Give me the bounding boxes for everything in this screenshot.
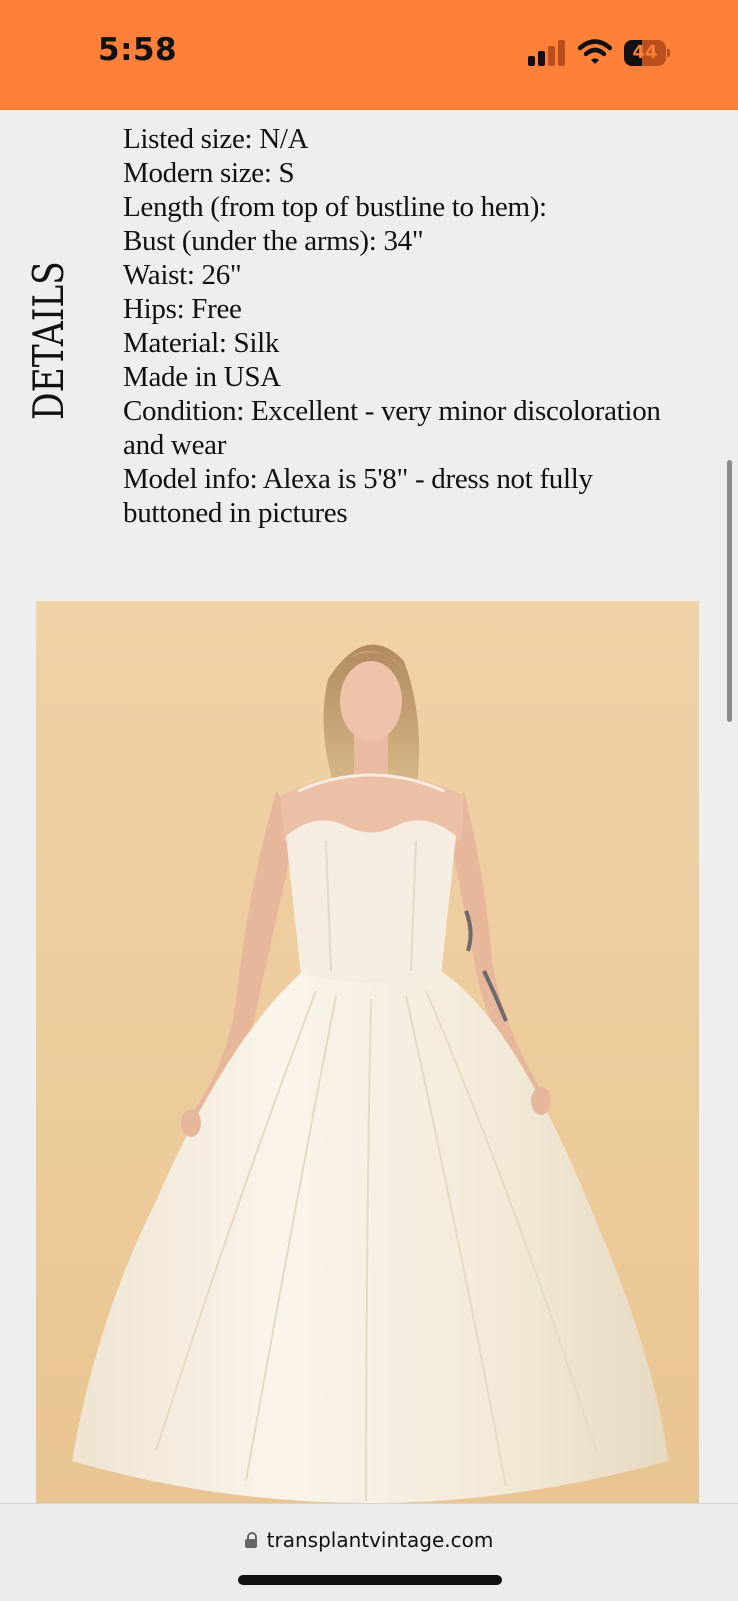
detail-line: Bust (under the arms): 34" <box>123 225 424 257</box>
detail-line: Waist: 26" <box>123 259 242 291</box>
product-photo[interactable] <box>36 601 699 1503</box>
wifi-icon <box>578 39 612 64</box>
detail-line: Modern size: S <box>123 157 295 189</box>
signal-icon <box>528 40 566 66</box>
home-indicator[interactable] <box>238 1575 502 1585</box>
battery-level: 44 <box>632 42 658 63</box>
status-bar: 5:58 44 <box>0 0 738 110</box>
battery-icon: 44 <box>624 40 670 66</box>
detail-line: Condition: Excellent - very minor discol… <box>123 395 661 461</box>
detail-line: Listed size: N/A <box>123 123 309 155</box>
detail-line: Length (from top of bustline to hem): <box>123 191 547 223</box>
browser-url-bar[interactable]: transplantvintage.com <box>0 1503 738 1601</box>
url-field[interactable]: transplantvintage.com <box>0 1528 738 1552</box>
detail-line: Material: Silk <box>123 327 280 359</box>
detail-line: Hips: Free <box>123 293 242 325</box>
dress-illustration <box>72 644 668 1503</box>
page-scrollbar[interactable] <box>727 460 732 722</box>
details-list: Listed size: N/A Modern size: S Length (… <box>123 122 683 530</box>
details-heading: DETAILS <box>24 261 73 420</box>
url-text: transplantvintage.com <box>266 1528 494 1552</box>
detail-line: Model info: Alexa is 5'8" - dress not fu… <box>123 463 593 529</box>
status-time: 5:58 <box>98 32 178 68</box>
lock-icon <box>244 1532 257 1548</box>
detail-line: Made in USA <box>123 361 281 393</box>
